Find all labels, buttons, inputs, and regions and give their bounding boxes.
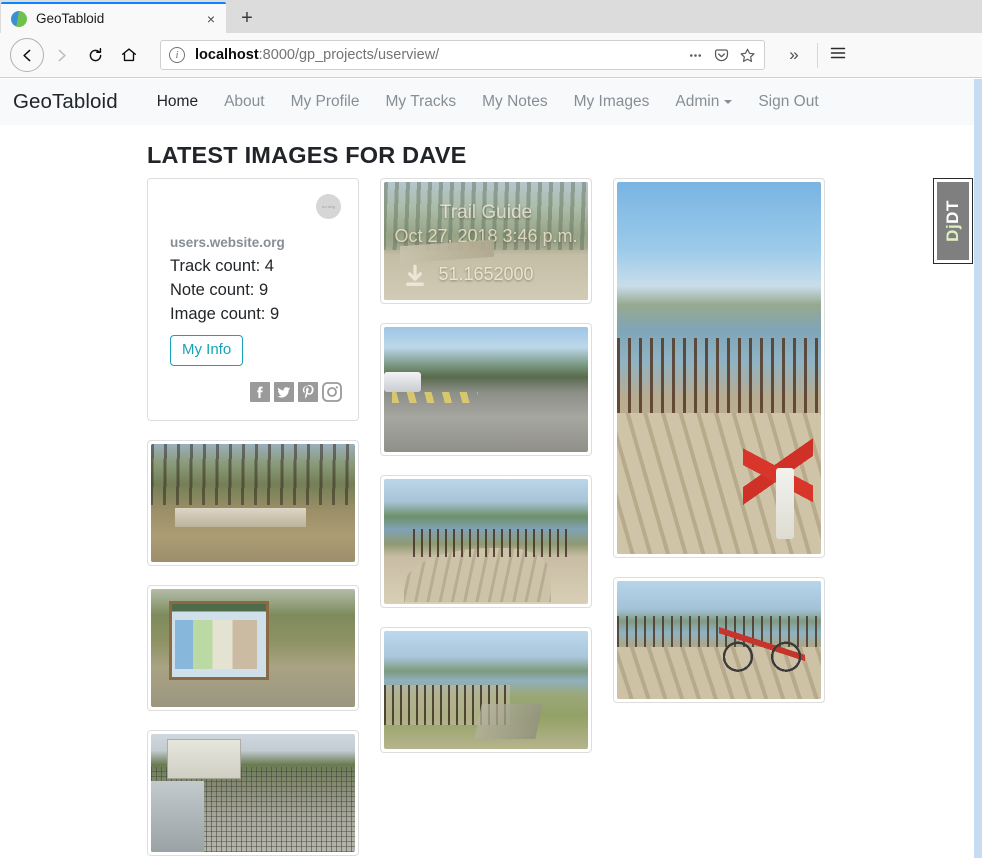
url-host: localhost <box>195 47 259 63</box>
nav-item-sign-out[interactable]: Sign Out <box>745 93 831 111</box>
site-info-icon[interactable]: i <box>169 47 185 63</box>
overlay-date: Oct 27, 2018 3:46 p.m. <box>394 225 578 246</box>
avatar: no img <box>316 194 341 219</box>
nav-item-about[interactable]: About <box>211 93 278 111</box>
home-button[interactable] <box>112 38 146 72</box>
photo-picnic-table-in-forest <box>151 444 355 562</box>
djdt-label-dj: Dj <box>943 223 963 242</box>
browser-toolbar: i localhost:8000/gp_projects/userview/ » <box>0 33 982 78</box>
overflow-menu-button[interactable]: » <box>779 45 809 65</box>
django-debug-toolbar-tab[interactable]: DjDT <box>933 178 973 264</box>
gallery-thumbnail[interactable] <box>380 475 592 608</box>
my-info-button[interactable]: My Info <box>170 335 244 366</box>
back-button[interactable] <box>10 38 44 72</box>
tab-strip: GeoTabloid × + <box>0 0 982 33</box>
nav-item-my-images[interactable]: My Images <box>561 93 663 111</box>
browser-window: GeoTabloid × + i localhost:8000/gp_proje… <box>0 0 982 858</box>
gallery-thumbnail[interactable] <box>380 323 592 456</box>
nav-item-admin[interactable]: Admin <box>662 93 745 111</box>
gallery-thumbnail[interactable] <box>147 730 359 856</box>
pinterest-icon[interactable] <box>298 382 318 402</box>
photo-river-valley-wooden-lookout-deck <box>384 479 588 604</box>
nav-item-home[interactable]: Home <box>144 93 211 111</box>
note-count: Note count: 9 <box>170 281 269 299</box>
download-icon[interactable] <box>402 263 428 289</box>
bookmark-star-icon[interactable] <box>739 47 756 64</box>
photo-trail-information-signboard <box>151 589 355 707</box>
gallery-thumbnail[interactable] <box>380 627 592 753</box>
site-navbar: GeoTabloid Home About My Profile My Trac… <box>0 79 974 125</box>
nav-item-admin-label: Admin <box>675 93 720 110</box>
gallery-thumbnail[interactable] <box>613 577 825 703</box>
page-scrollbar[interactable] <box>974 79 982 858</box>
gallery-thumbnail-with-overlay[interactable]: Trail Guide Oct 27, 2018 3:46 p.m. 51.16… <box>380 178 592 304</box>
overlay-title: Trail Guide <box>439 202 533 224</box>
browser-tab[interactable]: GeoTabloid × <box>1 2 226 33</box>
page-viewport: GeoTabloid Home About My Profile My Trac… <box>0 79 982 858</box>
image-hover-overlay[interactable]: Trail Guide Oct 27, 2018 3:46 p.m. 51.16… <box>384 182 588 300</box>
photo-bike-on-wooden-deck-overlooking-river <box>617 581 821 699</box>
photo-red-bike-on-bridge-over-river <box>617 182 821 554</box>
forward-button <box>44 38 78 72</box>
gallery-column-left: no img users.website.org Track count: 4 … <box>147 178 359 858</box>
building-shape <box>167 738 241 779</box>
instagram-icon[interactable] <box>322 382 342 402</box>
globe-icon <box>11 10 27 27</box>
new-tab-button[interactable]: + <box>232 3 262 33</box>
track-count: Track count: 4 <box>170 257 274 275</box>
facebook-icon[interactable] <box>250 382 270 402</box>
gallery-thumbnail[interactable] <box>147 585 359 711</box>
social-links <box>164 382 342 402</box>
photo-lookout-deck-with-bench-and-sign <box>384 631 588 749</box>
djdt-label: DjDT <box>943 200 963 242</box>
bicycle-shape <box>719 614 805 676</box>
page-title: LATEST IMAGES FOR DAVE <box>147 142 467 168</box>
gallery-column-right <box>613 178 825 722</box>
address-bar[interactable]: i localhost:8000/gp_projects/userview/ <box>160 40 765 70</box>
reload-button[interactable] <box>78 38 112 72</box>
address-bar-actions <box>687 47 756 64</box>
nav-item-my-notes[interactable]: My Notes <box>469 93 560 111</box>
app-menu-button[interactable] <box>817 42 848 68</box>
toolbar-right: » <box>779 42 848 68</box>
tab-title: GeoTabloid <box>36 11 105 26</box>
chevron-down-icon <box>724 99 733 104</box>
url-text: localhost:8000/gp_projects/userview/ <box>195 47 439 63</box>
nav-item-my-profile[interactable]: My Profile <box>278 93 373 111</box>
image-count: Image count: 9 <box>170 305 280 323</box>
site-brand[interactable]: GeoTabloid <box>13 90 118 114</box>
gallery-column-middle: Trail Guide Oct 27, 2018 3:46 p.m. 51.16… <box>380 178 592 772</box>
page-actions-icon[interactable] <box>687 47 704 64</box>
url-path: :8000/gp_projects/userview/ <box>258 47 440 63</box>
user-website: users.website.org <box>170 235 285 250</box>
gallery-thumbnail[interactable] <box>613 178 825 558</box>
photo-mountain-parking-lot <box>384 327 588 452</box>
water-bottle-shape <box>776 468 795 540</box>
pocket-icon[interactable] <box>713 47 730 64</box>
gallery-thumbnail[interactable] <box>147 440 359 566</box>
photo-fenced-yard-by-building <box>151 734 355 852</box>
djdt-label-dt: DT <box>943 200 963 224</box>
close-icon[interactable]: × <box>202 10 220 28</box>
twitter-icon[interactable] <box>274 382 294 402</box>
user-info-card: no img users.website.org Track count: 4 … <box>147 178 359 421</box>
photo-trail-guide-forest-road: Trail Guide Oct 27, 2018 3:46 p.m. 51.16… <box>384 182 588 300</box>
nav-item-my-tracks[interactable]: My Tracks <box>373 93 470 111</box>
site-nav-links: Home About My Profile My Tracks My Notes… <box>144 93 832 111</box>
